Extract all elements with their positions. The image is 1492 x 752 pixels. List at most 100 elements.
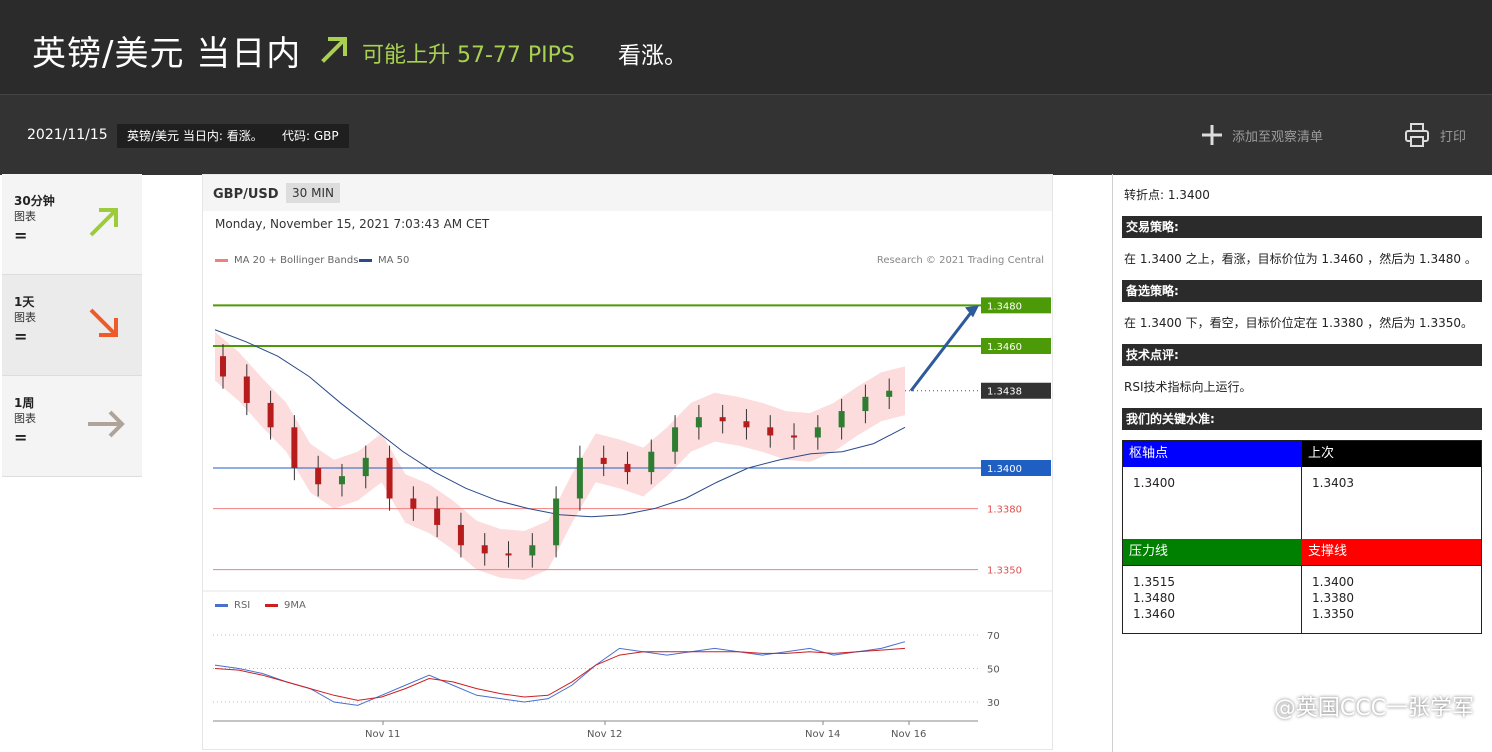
view-tag: 英镑/美元 当日内: 看涨。 <box>117 124 273 148</box>
printer-icon <box>1405 123 1429 147</box>
candle-body <box>457 524 464 546</box>
print-button[interactable]: 打印 <box>1404 122 1466 148</box>
chart-panel: GBP/USD 30 MIN Monday, November 15, 2021… <box>202 174 1053 750</box>
timeframe-panel: 30分钟 图表 = 1天 图表 = 1周 图表 = <box>2 174 142 477</box>
legend-rsi: RSI <box>215 600 250 611</box>
timeframe-sub: 图表 <box>14 412 36 425</box>
candle-body <box>338 476 345 485</box>
timeframe-1week[interactable]: 1周 图表 = <box>2 376 142 477</box>
candle-body <box>315 468 322 485</box>
view-text: 看涨。 <box>618 43 687 69</box>
rsi-tick: 50 <box>987 665 1000 676</box>
candle-body <box>553 498 560 546</box>
watermark: @英国CCC一张学军 <box>1273 696 1474 721</box>
arrow-down-right-icon <box>89 308 118 337</box>
x-tick-label: Nov 12 <box>587 729 622 740</box>
pivot-value: 1.3400 <box>1123 467 1302 539</box>
candle-body <box>362 457 369 477</box>
timeframe-label: 1天 <box>14 295 35 309</box>
add-watchlist-button[interactable]: 添加至观察清单 <box>1200 123 1323 147</box>
candle-body <box>600 457 607 464</box>
candle-body <box>267 402 274 428</box>
level-label: 1.3438 <box>987 387 1022 398</box>
level-label: 1.3460 <box>987 342 1022 353</box>
candle-body <box>505 553 512 556</box>
comment-title: 技术点评: <box>1122 344 1482 366</box>
support-value: 1.3400 <box>1312 575 1354 589</box>
pivot-line: 转折点: 1.3400 <box>1124 188 1210 202</box>
key-levels-table: 枢轴点 上次 1.3400 1.3403 压力线 支撑线 1.3515 1.34… <box>1122 440 1482 634</box>
legend-swatch <box>265 604 278 607</box>
support-value: 1.3350 <box>1312 607 1354 621</box>
legend-rsi-ma: 9MA <box>265 600 306 611</box>
candle-body <box>410 498 417 509</box>
candle-body <box>838 411 845 428</box>
alt-strategy-text: 在 1.3400 下，看空，目标价位定在 1.3380 ，然后为 1.3350。 <box>1124 316 1474 330</box>
legend-swatch <box>215 604 228 607</box>
candle-body <box>434 508 441 525</box>
level-label: 1.3350 <box>987 566 1022 577</box>
candle-body <box>791 435 798 438</box>
pivot-header: 枢轴点 <box>1123 441 1302 467</box>
timeframe-sub: 图表 <box>14 210 36 223</box>
column-divider <box>1112 174 1113 752</box>
candle-body <box>862 396 869 412</box>
candle-body <box>672 427 679 452</box>
x-tick-label: Nov 14 <box>805 729 840 740</box>
last-header: 上次 <box>1302 441 1481 467</box>
support-header: 支撑线 <box>1302 539 1481 565</box>
candle-body <box>481 545 488 554</box>
timeframe-30min[interactable]: 30分钟 图表 = <box>2 174 142 275</box>
candle-body <box>886 390 893 397</box>
report-date: 2021/11/15 <box>27 127 108 143</box>
sub-header: 2021/11/15 英镑/美元 当日内: 看涨。 代码: GBP 添加至观察清… <box>0 94 1492 175</box>
add-watchlist-label: 添加至观察清单 <box>1232 129 1324 145</box>
arrow-up-right-icon <box>321 37 347 63</box>
plus-icon <box>1202 125 1222 145</box>
candle-body <box>291 427 298 468</box>
candle-body <box>743 421 750 428</box>
timeframe-1day[interactable]: 1天 图表 = <box>2 275 142 376</box>
x-tick-label: Nov 16 <box>891 729 926 740</box>
arrow-up-right-icon <box>89 208 118 237</box>
potential-text: 可能上升 57-77 PIPS <box>362 43 575 68</box>
rsi-tick: 70 <box>987 631 1000 642</box>
timeframe-sub: 图表 <box>14 311 36 324</box>
strategy-text: 在 1.3400 之上，看涨，目标价位为 1.3460 ，然后为 1.3480 … <box>1124 252 1477 266</box>
candle-body <box>648 451 655 473</box>
timeframe-label: 30分钟 <box>14 194 55 208</box>
alt-strategy-title: 备选策略: <box>1122 280 1482 302</box>
rsi-tick: 30 <box>987 698 1000 709</box>
timeframe-sign: = <box>14 428 28 447</box>
price-chart: 1.3480 1.3460 1.3438 1.3400 1.3380 1.3350 70 50… <box>203 297 1052 740</box>
strategy-title: 交易策略: <box>1122 216 1482 238</box>
level-label: 1.3480 <box>987 301 1022 312</box>
legend-rsi-label: RSI <box>234 600 251 611</box>
levels-title: 我们的关键水准: <box>1122 408 1482 430</box>
code-tag: 代码: GBP <box>272 124 349 148</box>
candle-body <box>814 427 821 438</box>
resistance-value: 1.3460 <box>1133 607 1175 621</box>
projection-arrow <box>909 306 977 392</box>
rsi-line <box>214 641 906 706</box>
candle-body <box>386 457 393 499</box>
timeframe-sign: = <box>14 226 28 245</box>
candle-body <box>529 545 536 556</box>
rsi-ma-line <box>214 647 906 701</box>
timeframe-label: 1周 <box>14 396 35 410</box>
resistance-header: 压力线 <box>1123 539 1302 565</box>
candle-body <box>220 356 226 377</box>
timeframe-sign: = <box>14 327 28 346</box>
comment-text: RSI技术指标向上运行。 <box>1124 380 1252 394</box>
candle-body <box>243 376 250 403</box>
top-header: 英镑/美元 当日内 可能上升 57-77 PIPS 看涨。 <box>0 0 1492 94</box>
x-tick-label: Nov 11 <box>365 729 400 740</box>
support-values: 1.3400 1.3380 1.3350 <box>1302 565 1481 633</box>
candle-body <box>624 463 631 473</box>
last-value: 1.3403 <box>1312 476 1354 490</box>
resistance-value: 1.3515 <box>1133 575 1175 589</box>
resistance-values: 1.3515 1.3480 1.3460 <box>1123 565 1302 633</box>
candle-body <box>719 417 726 422</box>
level-label: 1.3380 <box>987 505 1022 516</box>
resistance-value: 1.3480 <box>1133 591 1175 605</box>
